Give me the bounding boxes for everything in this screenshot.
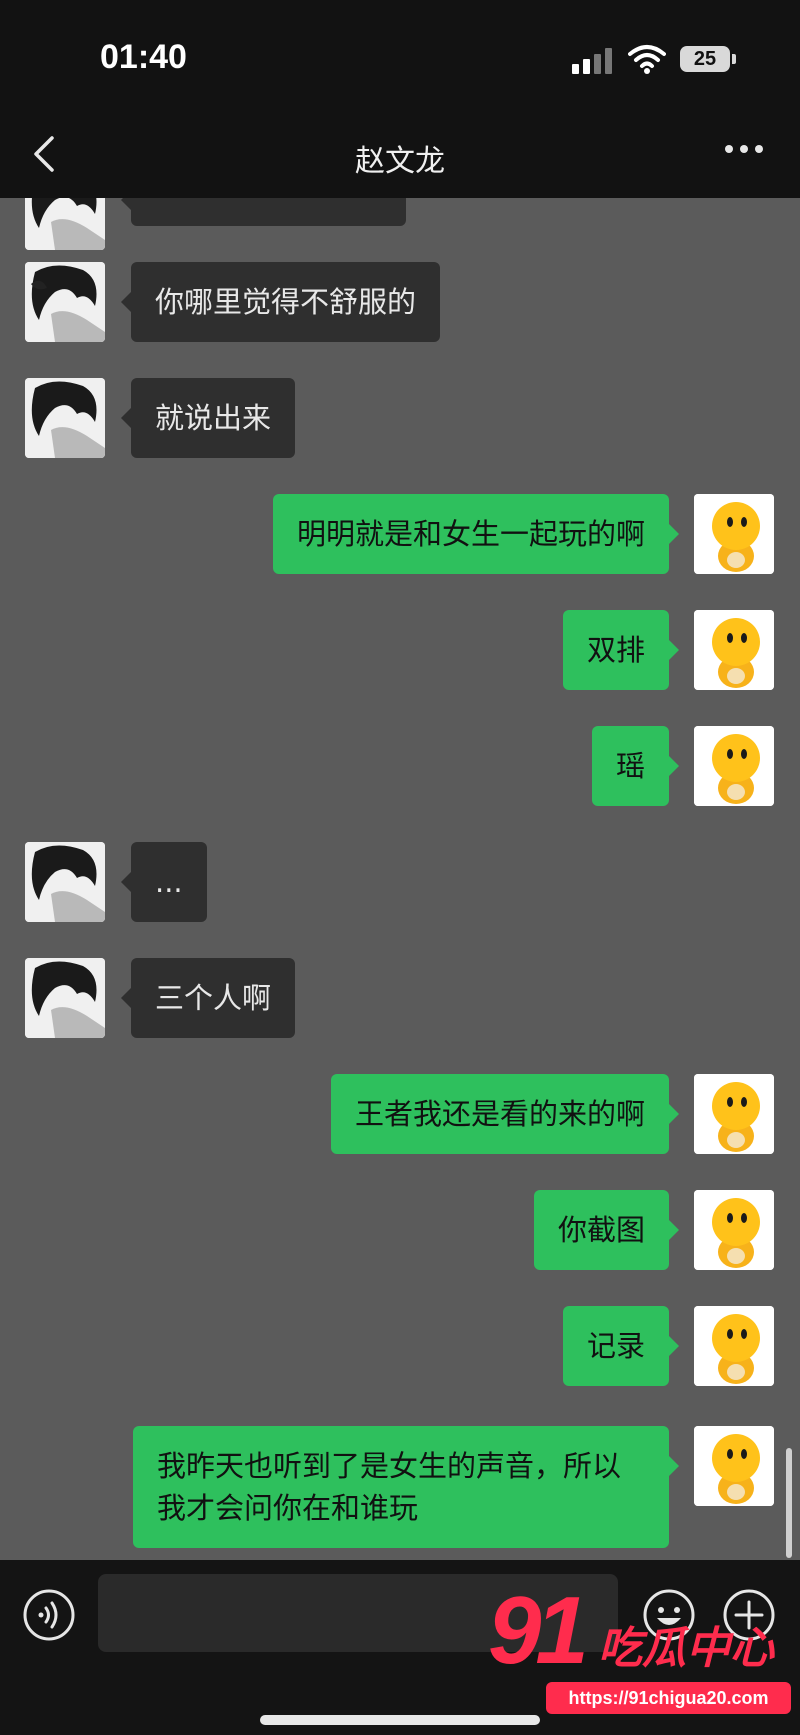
watermark-number: 91 <box>488 1577 589 1684</box>
user-avatar[interactable] <box>694 610 774 690</box>
battery-tip <box>732 54 736 64</box>
message-bubble[interactable]: 你哪里觉得不舒服的 <box>120 262 441 342</box>
contact-avatar[interactable] <box>25 958 105 1038</box>
voice-icon[interactable] <box>22 1588 76 1642</box>
message-bubble[interactable]: 三个人啊 <box>120 958 296 1038</box>
watermark-name: 吃瓜中心 <box>598 1623 774 1674</box>
scrollbar[interactable] <box>786 1448 792 1558</box>
watermark: 91 吃瓜中心 https://91chigua20.com <box>488 1577 793 1715</box>
message-list[interactable]: 你哪里觉得不舒服的 就说出来 明明就是和女生一起玩的啊 双排 瑶 ... 三个人… <box>0 198 800 1560</box>
message-bubble-cut[interactable] <box>121 198 406 226</box>
message-bubble[interactable]: 瑶 <box>591 726 680 806</box>
user-avatar[interactable] <box>694 1426 774 1506</box>
status-time: 01:40 <box>100 38 187 76</box>
user-avatar[interactable] <box>694 1190 774 1270</box>
user-avatar[interactable] <box>694 494 774 574</box>
battery-indicator: 25 <box>680 46 730 72</box>
message-bubble[interactable]: 王者我还是看的来的啊 <box>330 1074 680 1154</box>
watermark-url: https://91chigua20.com <box>546 1682 791 1714</box>
message-bubble[interactable]: 我昨天也听到了是女生的声音，所以我才会问你在和谁玩 <box>133 1426 679 1548</box>
chat-header: 赵文龙 <box>0 112 800 198</box>
message-bubble[interactable]: 记录 <box>562 1306 680 1386</box>
message-bubble[interactable]: ... <box>121 842 207 922</box>
contact-avatar[interactable] <box>25 198 105 250</box>
contact-avatar[interactable] <box>25 842 105 922</box>
status-bar: 01:40 25 <box>0 0 800 112</box>
message-bubble[interactable]: 明明就是和女生一起玩的啊 <box>272 494 680 574</box>
message-bubble[interactable]: 你截图 <box>533 1190 680 1270</box>
chat-title: 赵文龙 <box>355 144 445 179</box>
contact-avatar[interactable] <box>25 378 105 458</box>
more-icon[interactable] <box>724 142 764 156</box>
user-avatar[interactable] <box>694 1074 774 1154</box>
user-avatar[interactable] <box>694 726 774 806</box>
home-indicator[interactable] <box>260 1715 540 1725</box>
signal-icon <box>572 48 612 74</box>
user-avatar[interactable] <box>694 1306 774 1386</box>
contact-avatar[interactable] <box>25 262 105 342</box>
message-bubble[interactable]: 就说出来 <box>120 378 296 458</box>
message-bubble[interactable]: 双排 <box>562 610 680 690</box>
wifi-icon <box>628 45 666 74</box>
